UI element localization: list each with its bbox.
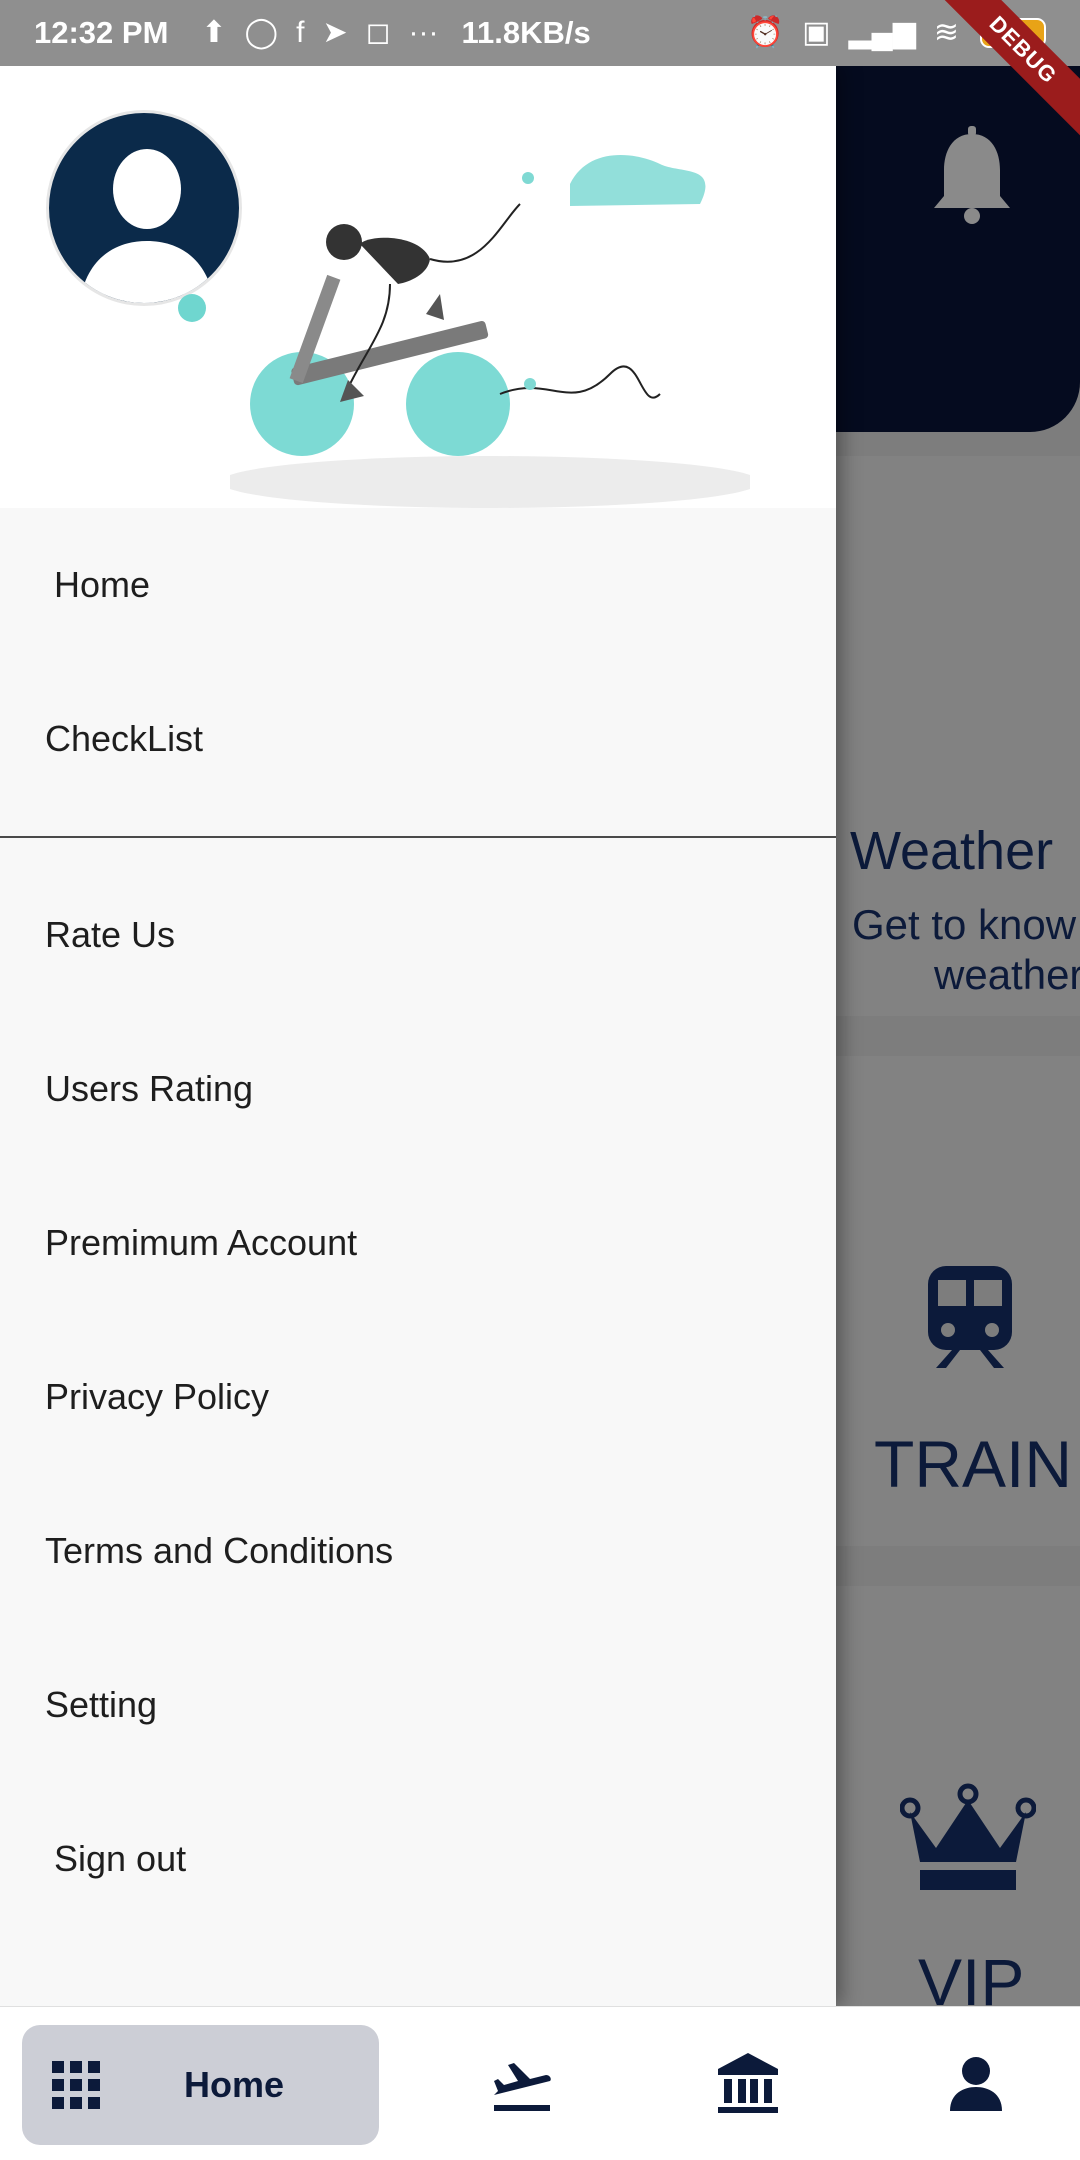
- weather-subtitle-2: weather: [934, 951, 1080, 998]
- volte-icon: ▣: [802, 16, 831, 49]
- signal-4g-icon: ▂▄▆: [848, 16, 916, 49]
- telegram-icon: ➤: [322, 16, 348, 49]
- instagram-icon: ◻: [365, 16, 391, 49]
- home-grid-icon: [52, 2061, 100, 2109]
- drawer-header: [0, 66, 836, 508]
- alarm-icon: ⏰: [746, 16, 785, 49]
- more-icon: ···: [408, 16, 439, 49]
- status-bar: 12:32 PM ⬆ ◯ f ➤ ◻ ··· 11.8KB/s ⏰ ▣ ▂▄▆ …: [0, 0, 1080, 66]
- wifi-icon: ≋: [933, 16, 959, 49]
- menu-divider: [0, 836, 836, 838]
- background-header: [836, 66, 1080, 432]
- nav-home-button[interactable]: Home: [22, 2025, 379, 2145]
- bank-icon: [718, 2053, 778, 2113]
- menu-item-terms-and-conditions[interactable]: Terms and Conditions: [0, 1474, 836, 1628]
- drawer-menu: Home CheckList Rate Us Users Rating Prem…: [0, 508, 836, 1936]
- crown-icon: [900, 1783, 1036, 1890]
- weather-subtitle-1: Get to know: [852, 901, 1077, 948]
- nav-profile-button[interactable]: [940, 2047, 1012, 2119]
- weather-title: Weather: [850, 821, 1054, 881]
- cyclist-illustration: [230, 155, 750, 508]
- bottom-navigation: Home: [0, 2006, 1080, 2160]
- nav-flight-button[interactable]: [486, 2047, 558, 2119]
- notification-bell-icon: [934, 126, 1010, 224]
- network-speed: 11.8KB/s: [461, 15, 591, 50]
- menu-item-home[interactable]: Home: [0, 508, 836, 662]
- menu-item-rate-us[interactable]: Rate Us: [0, 858, 836, 1012]
- nav-home-label: Home: [184, 2064, 285, 2105]
- menu-item-premium-account[interactable]: Premimum Account: [0, 1166, 836, 1320]
- profile-icon: [950, 2057, 1002, 2111]
- nav-bank-button[interactable]: [712, 2047, 784, 2119]
- signal-app-icon: ◯: [244, 16, 279, 49]
- menu-item-privacy-policy[interactable]: Privacy Policy: [0, 1320, 836, 1474]
- avatar[interactable]: [46, 110, 242, 306]
- upload-icon: ⬆: [201, 16, 227, 49]
- user-silhouette-icon: [79, 149, 215, 303]
- background-app: [836, 66, 1080, 2006]
- menu-item-sign-out[interactable]: Sign out: [0, 1782, 836, 1936]
- flight-icon: [494, 2063, 551, 2111]
- menu-item-checklist[interactable]: CheckList: [0, 662, 836, 816]
- navigation-drawer: Home CheckList Rate Us Users Rating Prem…: [0, 66, 836, 2006]
- train-icon: [928, 1266, 1012, 1368]
- avatar-status-dot: [178, 294, 206, 322]
- train-label: TRAIN: [874, 1427, 1072, 1501]
- status-time: 12:32 PM: [34, 15, 169, 50]
- menu-item-users-rating[interactable]: Users Rating: [0, 1012, 836, 1166]
- facebook-icon: f: [296, 16, 305, 49]
- menu-item-setting[interactable]: Setting: [0, 1628, 836, 1782]
